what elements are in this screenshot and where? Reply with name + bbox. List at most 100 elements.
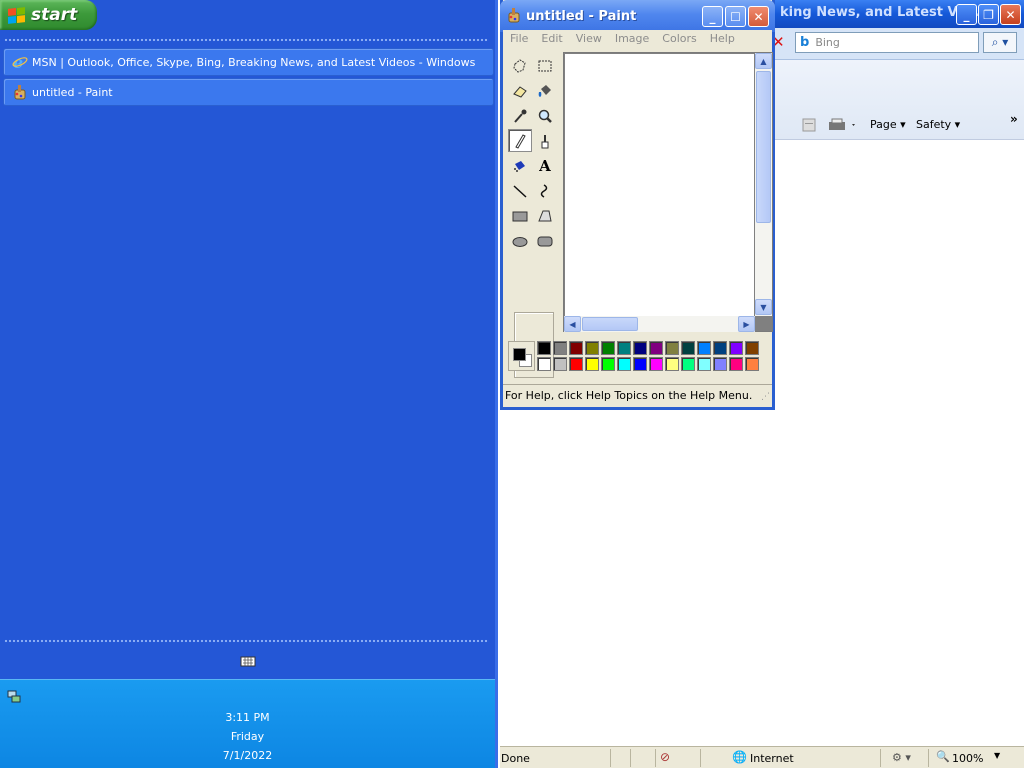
menu-edit[interactable]: Edit	[534, 30, 562, 49]
vertical-scrollbar[interactable]: ▲ ▼	[755, 53, 772, 316]
palette-swatch[interactable]	[617, 341, 631, 355]
polygon-tool-icon[interactable]	[533, 204, 557, 227]
divider	[655, 749, 656, 767]
palette-swatch[interactable]	[537, 341, 551, 355]
paint-maximize-button[interactable]: ☐	[725, 6, 746, 27]
taskbar-item-internet-explorer[interactable]: e MSN | Outlook, Office, Skype, Bing, Br…	[3, 48, 494, 76]
ie-page-menu[interactable]: Page ▾	[870, 118, 906, 131]
palette-swatch[interactable]	[649, 341, 663, 355]
keyboard-icon[interactable]	[240, 654, 256, 668]
ie-close-button[interactable]: ✕	[1000, 4, 1021, 25]
restore-icon: ❐	[983, 7, 994, 22]
paint-close-button[interactable]: ✕	[748, 6, 769, 27]
palette-swatch[interactable]	[697, 357, 711, 371]
horizontal-scrollbar[interactable]: ◀ ▶	[564, 316, 755, 332]
palette-swatch[interactable]	[617, 357, 631, 371]
paint-minimize-button[interactable]: _	[702, 6, 723, 27]
palette-swatch[interactable]	[745, 357, 759, 371]
network-icon[interactable]	[7, 689, 21, 703]
chevron-more-icon[interactable]: »	[1010, 112, 1018, 126]
horizontal-scroll-thumb[interactable]	[582, 317, 638, 331]
close-icon: ✕	[1005, 7, 1016, 22]
palette-swatch[interactable]	[601, 357, 615, 371]
rounded-rect-tool-icon[interactable]	[533, 229, 557, 252]
palette-swatch[interactable]	[681, 341, 695, 355]
palette-swatch[interactable]	[681, 357, 695, 371]
close-icon: ✕	[753, 9, 764, 24]
ellipse-tool-icon[interactable]	[508, 229, 532, 252]
color-picker-tool-icon[interactable]	[508, 104, 532, 127]
palette-swatch[interactable]	[665, 357, 679, 371]
menu-image[interactable]: Image	[608, 30, 649, 49]
pencil-tool-icon[interactable]	[508, 129, 532, 152]
scroll-left-icon[interactable]: ◀	[564, 316, 581, 332]
palette-swatch[interactable]	[633, 357, 647, 371]
palette-swatch[interactable]	[585, 341, 599, 355]
chevron-down-icon[interactable]: ▼	[994, 751, 1000, 760]
paint-title-bar[interactable]: untitled - Paint _ ☐ ✕	[500, 0, 775, 32]
brush-tool-icon[interactable]	[533, 129, 557, 152]
resize-grip-icon[interactable]: ⋰	[761, 392, 770, 402]
ie-restore-button[interactable]: ❐	[978, 4, 999, 25]
palette-swatch[interactable]	[585, 357, 599, 371]
clock-time: 3:11 PM	[225, 711, 270, 724]
taskbar-item-paint[interactable]: untitled - Paint	[3, 78, 494, 106]
palette-swatch[interactable]	[745, 341, 759, 355]
palette-swatch[interactable]	[713, 341, 727, 355]
text-tool-icon[interactable]: A	[533, 154, 557, 177]
privacy-icon[interactable]: ⊘	[660, 750, 670, 764]
palette-swatch[interactable]	[697, 341, 711, 355]
menu-file[interactable]: File	[503, 30, 528, 49]
foreground-color-swatch	[513, 348, 526, 361]
ie-search-input[interactable]: b Bing	[795, 32, 979, 53]
scroll-right-icon[interactable]: ▶	[738, 316, 755, 332]
palette-swatch[interactable]	[633, 341, 647, 355]
divider	[700, 749, 701, 767]
drawing-canvas[interactable]	[565, 54, 754, 316]
palette-swatch[interactable]	[569, 357, 583, 371]
palette-swatch[interactable]	[537, 357, 551, 371]
paint-icon[interactable]	[506, 7, 522, 23]
print-icon[interactable]	[828, 118, 858, 132]
minimize-icon: _	[963, 7, 970, 22]
curve-tool-icon[interactable]	[533, 179, 557, 202]
ie-safety-menu[interactable]: Safety ▾	[916, 118, 960, 131]
magnifier-tool-icon[interactable]	[533, 104, 557, 127]
start-label: start	[31, 5, 78, 25]
zoom-icon[interactable]: 🔍	[936, 750, 950, 763]
rectangle-tool-icon[interactable]	[508, 204, 532, 227]
palette-swatch[interactable]	[569, 341, 583, 355]
line-tool-icon[interactable]	[508, 179, 532, 202]
scroll-up-icon[interactable]: ▲	[755, 53, 772, 69]
taskbar-grip[interactable]	[4, 38, 489, 42]
palette-swatch[interactable]	[553, 357, 567, 371]
menu-colors[interactable]: Colors	[655, 30, 696, 49]
airbrush-tool-icon[interactable]	[508, 154, 532, 177]
scroll-down-icon[interactable]: ▼	[755, 299, 772, 315]
palette-swatch[interactable]	[713, 357, 727, 371]
palette-swatch[interactable]	[649, 357, 663, 371]
start-button[interactable]: start	[0, 0, 97, 30]
menu-view[interactable]: View	[569, 30, 602, 49]
palette-swatch[interactable]	[729, 341, 743, 355]
palette-swatch[interactable]	[601, 341, 615, 355]
eraser-tool-icon[interactable]	[508, 79, 532, 102]
divider	[928, 749, 929, 767]
vertical-scroll-thumb[interactable]	[756, 71, 771, 223]
free-form-select-tool-icon[interactable]	[508, 54, 532, 77]
menu-help[interactable]: Help	[703, 30, 735, 49]
ie-status-text: Done	[501, 752, 530, 765]
rect-select-tool-icon[interactable]	[533, 54, 557, 77]
clock[interactable]: 3:11 PM Friday 7/1/2022	[0, 708, 495, 765]
feeds-icon[interactable]	[802, 118, 816, 132]
ie-minimize-button[interactable]: _	[956, 4, 977, 25]
palette-swatch[interactable]	[553, 341, 567, 355]
current-colors-box	[508, 341, 535, 371]
palette-swatch[interactable]	[729, 357, 743, 371]
palette-swatch[interactable]	[665, 341, 679, 355]
ie-search-button[interactable]: ⌕ ▾	[983, 32, 1017, 53]
protected-mode-icon[interactable]: ⚙ ▾	[892, 751, 911, 764]
ie-zoom-level[interactable]: 100%	[952, 752, 983, 765]
fill-tool-icon[interactable]	[533, 79, 557, 102]
taskbar-grip[interactable]	[4, 639, 489, 643]
